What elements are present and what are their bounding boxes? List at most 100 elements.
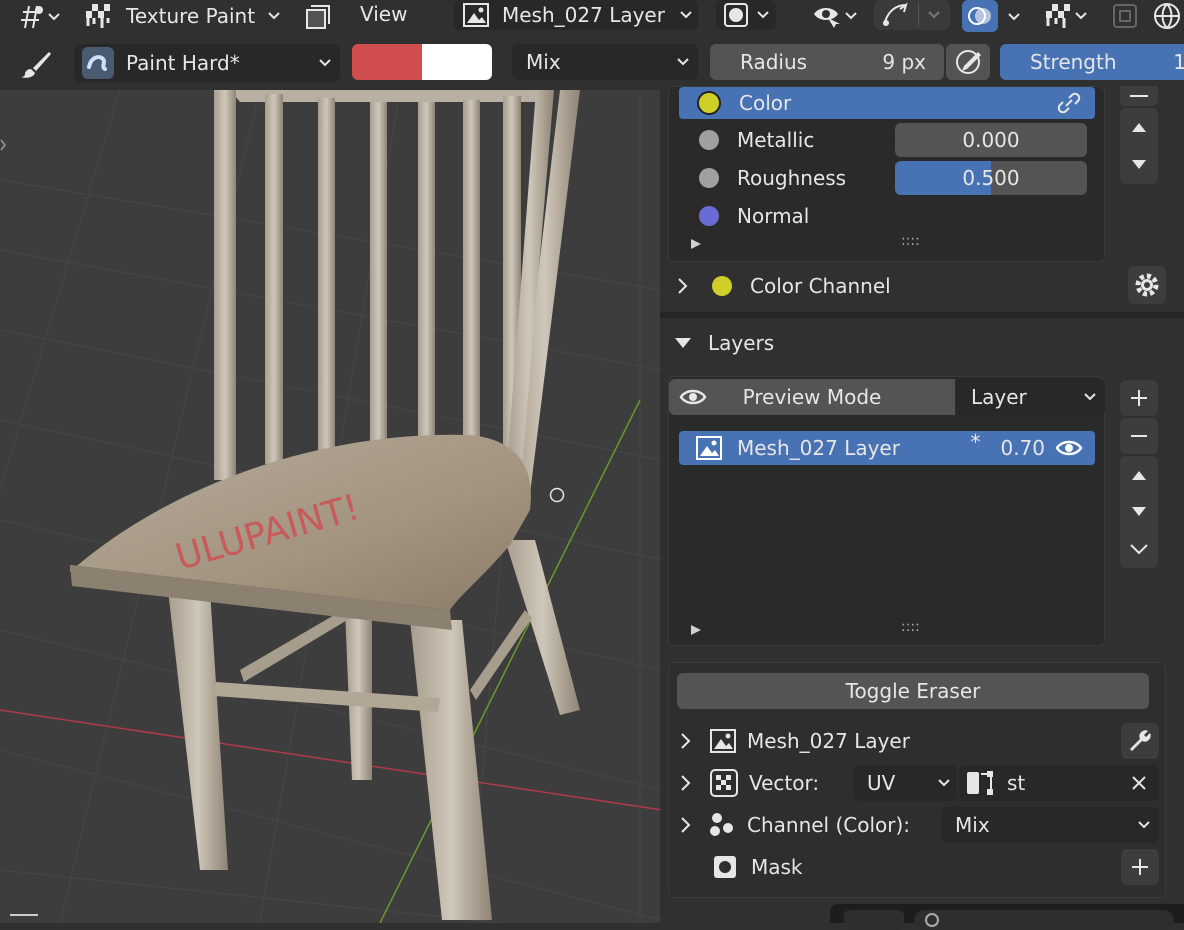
cube-outline-icon (306, 5, 330, 29)
channel-item-roughness[interactable]: Roughness 0.500 (679, 161, 1095, 195)
layer-item[interactable]: Mesh_027 Layer * 0.70 (679, 430, 1095, 465)
brush-preset-dropdown[interactable]: Paint Hard* (74, 44, 340, 82)
mode-label: Texture Paint (126, 4, 256, 28)
layer-image-subpanel[interactable]: Mesh_027 Layer (669, 723, 1167, 759)
preview-mode-button[interactable]: Preview Mode (669, 379, 955, 415)
strength-field[interactable]: Strength 1 (1000, 44, 1184, 80)
xray-toggle[interactable] (300, 2, 336, 32)
chevron-down-icon (1075, 12, 1087, 20)
chevron-right-icon (681, 733, 691, 749)
move-down-icon[interactable] (1130, 158, 1148, 172)
color-channel-subpanel[interactable]: Color Channel (668, 266, 1166, 306)
chevron-down-icon (319, 59, 331, 67)
channel-item-metallic[interactable]: Metallic 0.000 (679, 123, 1095, 157)
primary-color-swatch[interactable] (352, 44, 422, 80)
chevron-down-icon (48, 13, 60, 21)
radius-pressure-toggle[interactable] (946, 44, 990, 80)
color-channel-dot-icon (712, 276, 732, 296)
overlays-icon (968, 7, 991, 25)
image-browse-dropdown[interactable]: Mesh_027 Layer (454, 0, 698, 30)
roughness-value-field[interactable]: 0.500 (895, 161, 1087, 195)
remove-channel-button[interactable] (1120, 86, 1158, 106)
display-mode-button[interactable] (844, 910, 904, 930)
local-view-toggle[interactable] (1108, 0, 1142, 32)
radius-field[interactable]: Radius 9 px (710, 44, 944, 80)
eye-icon (679, 389, 707, 405)
chevron-down-icon (677, 58, 689, 66)
chevron-right-icon[interactable] (679, 815, 693, 835)
roughness-dot-icon (699, 168, 719, 188)
secondary-color-swatch[interactable] (422, 44, 492, 80)
gizmo-dropdown[interactable] (874, 0, 950, 30)
image-icon (710, 729, 736, 753)
close-icon[interactable] (1131, 775, 1147, 791)
layer-tools-button[interactable] (1121, 723, 1159, 759)
uv-map-field[interactable]: st (959, 765, 1159, 801)
link-icon[interactable] (1055, 89, 1083, 117)
add-mask-button[interactable] (1121, 849, 1159, 885)
roughness-value: 0.500 (962, 166, 1020, 190)
mode-dropdown[interactable]: Texture Paint (84, 0, 290, 32)
chevron-right-icon (0, 139, 6, 151)
layers-section-header[interactable]: Layers (660, 326, 1184, 360)
world-toggle[interactable] (1150, 0, 1184, 32)
frame-icon (1113, 4, 1137, 28)
overlay-toggle[interactable] (962, 0, 998, 32)
channel-value: Mix (955, 813, 990, 837)
channel-item-normal[interactable]: Normal (679, 199, 1095, 233)
vector-type-dropdown[interactable]: UV (853, 765, 957, 801)
move-up-icon[interactable] (1130, 120, 1148, 134)
strength-value: 1 (1173, 50, 1184, 74)
normal-dot-icon (699, 206, 719, 226)
move-down-icon[interactable] (1130, 505, 1148, 519)
visibility-dropdown[interactable] (806, 0, 864, 32)
resize-grip[interactable]: :::: (901, 619, 920, 635)
editor-type-dropdown[interactable] (14, 2, 66, 32)
channel-settings-button[interactable] (1128, 266, 1166, 304)
overlay-dropdown[interactable] (1000, 6, 1028, 28)
vector-row: Vector: UV st (669, 765, 1167, 801)
triangle-right-icon[interactable] (689, 623, 703, 637)
eye-icon[interactable] (1055, 438, 1083, 458)
image-icon (696, 436, 722, 460)
chevron-down-icon[interactable] (1129, 542, 1149, 556)
search-icon (925, 913, 939, 927)
add-layer-button[interactable] (1120, 380, 1158, 416)
remove-layer-button[interactable] (1120, 418, 1158, 454)
blend-mode-dropdown[interactable]: Mix (512, 44, 698, 80)
texture-slots-dropdown[interactable] (1034, 0, 1098, 32)
search-field[interactable] (914, 910, 1174, 930)
move-up-icon[interactable] (1130, 468, 1148, 482)
toolbar-collapse-handle[interactable] (0, 130, 8, 160)
metallic-value-field[interactable]: 0.000 (895, 123, 1087, 157)
layer-type-dropdown[interactable]: Layer (957, 379, 1105, 415)
chevron-right-icon[interactable] (679, 773, 693, 793)
channel-dropdown[interactable]: Mix (941, 807, 1159, 843)
triangle-right-icon[interactable] (689, 237, 703, 251)
tool-settings-bar: Paint Hard* Mix Radius 9 px Strength 1 (0, 34, 1184, 90)
channel-item-color[interactable]: Color (679, 87, 1095, 119)
chevron-right-icon (678, 278, 688, 294)
triangle-down-icon (675, 338, 691, 348)
image-name: Mesh_027 Layer (502, 3, 665, 27)
checker-icon (710, 769, 738, 797)
brush-tool-button[interactable] (16, 48, 56, 82)
uv-map-icon (967, 771, 993, 795)
vector-label: Vector: (749, 771, 820, 795)
mask-row: Mask (669, 849, 1167, 885)
shading-dropdown[interactable] (716, 0, 776, 30)
resize-grip[interactable]: :::: (901, 233, 920, 249)
channel-label: Metallic (737, 128, 815, 152)
chevron-down-icon (757, 11, 769, 19)
metallic-dot-icon (699, 130, 719, 150)
globe-icon (1154, 3, 1180, 29)
divider (660, 312, 1184, 318)
layers-section-label: Layers (708, 331, 775, 355)
toggle-eraser-button[interactable]: Toggle Eraser (677, 673, 1149, 709)
channel-label: Color (739, 91, 792, 115)
gizmo-icon (883, 2, 908, 26)
view-menu[interactable]: View (360, 2, 407, 32)
chevron-down-icon (928, 11, 940, 19)
menu-icon[interactable] (10, 908, 50, 923)
3d-viewport[interactable]: ULUPAINT! (0, 90, 662, 923)
